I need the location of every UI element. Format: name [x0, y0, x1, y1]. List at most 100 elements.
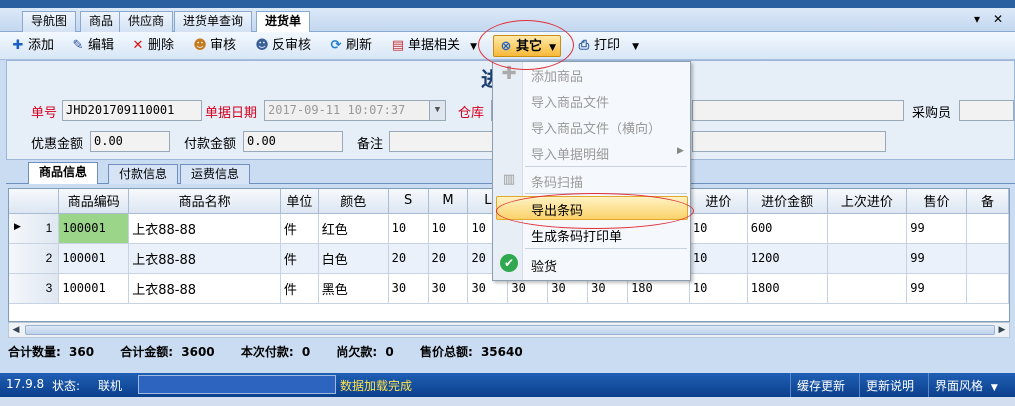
buyer-field[interactable] [959, 100, 1014, 121]
column-header[interactable]: 进价 [689, 189, 748, 214]
scroll-left-icon[interactable]: ◀ [9, 323, 23, 337]
cell-code[interactable]: 100001 [58, 243, 130, 274]
tab-navigation[interactable]: 导航图 [22, 11, 77, 32]
cell[interactable] [966, 243, 1009, 274]
user-x-icon: ☻ [255, 38, 269, 53]
cell-code[interactable]: 100001 [58, 273, 130, 304]
cell-last-price[interactable] [827, 243, 908, 274]
cell-last-price[interactable] [827, 273, 908, 304]
column-header[interactable]: 单位 [280, 189, 319, 214]
tab-list-dropdown-icon[interactable]: ▾ [974, 12, 980, 26]
cell-code[interactable]: 100001 [58, 213, 130, 244]
cell-color[interactable]: 白色 [318, 243, 389, 274]
row-number[interactable]: ▶ 1 [9, 213, 60, 244]
cell-size-m[interactable]: 10 [428, 213, 469, 244]
scroll-right-icon[interactable]: ▶ [995, 323, 1009, 337]
cache-update-button[interactable]: 缓存更新 [790, 373, 851, 397]
edit-button[interactable]: ✎ 编辑 [70, 35, 114, 57]
row-number[interactable]: 2 [9, 243, 60, 274]
column-header[interactable]: 颜色 [318, 189, 389, 214]
menu-item-export-barcode[interactable]: 导出条码 [531, 200, 583, 219]
chevron-down-icon: ▼ [470, 42, 478, 52]
scrollbar-thumb[interactable] [25, 325, 995, 335]
cell[interactable] [966, 213, 1009, 244]
delete-button[interactable]: ✕ 删除 [130, 35, 174, 57]
cell-size-m[interactable]: 30 [428, 273, 469, 304]
column-header[interactable]: M [428, 189, 469, 214]
tab-goods-info[interactable]: 商品信息 [28, 162, 99, 184]
menu-item-import-goods[interactable]: 导入商品文件 [531, 92, 609, 111]
cell-price[interactable]: 10 [689, 243, 748, 274]
cell-name[interactable]: 上衣88-88 [128, 243, 281, 274]
refresh-button[interactable]: ⟳ 刷新 [328, 35, 372, 57]
doc-related-button[interactable]: ▤ 单据相关 ▼ [390, 35, 477, 57]
horizontal-scrollbar[interactable]: ◀ ▶ [8, 322, 1010, 338]
column-header[interactable]: 上次进价 [827, 189, 908, 214]
cell-price[interactable]: 10 [689, 213, 748, 244]
add-button[interactable]: ✚ 添加 [10, 35, 54, 57]
remark-field[interactable] [389, 131, 499, 152]
cell-size-m[interactable]: 20 [428, 243, 469, 274]
cell-unit[interactable]: 件 [280, 273, 319, 304]
tab-close-icon[interactable]: ✕ [993, 12, 1003, 26]
column-header[interactable]: 进价金额 [747, 189, 828, 214]
tab-goods[interactable]: 商品 [80, 11, 123, 32]
discount-field[interactable]: 0.00 [90, 131, 170, 152]
cell-sale-price[interactable]: 99 [906, 273, 968, 304]
menu-item-import-goods-horizontal[interactable]: 导入商品文件（横向） [531, 118, 661, 137]
owed-value: 0 [385, 345, 394, 359]
tab-supplier[interactable]: 供应商 [119, 11, 174, 32]
doc-date-field[interactable]: 2017-09-11 10:07:37 ▼ [264, 100, 446, 121]
tab-freight-info[interactable]: 运费信息 [180, 164, 251, 184]
tab-purchase-order[interactable]: 进货单 [256, 11, 311, 33]
cell-size-s[interactable]: 10 [388, 213, 429, 244]
check-icon: ✔ [500, 254, 518, 272]
total-amount-label: 合计金额: [120, 345, 174, 359]
cell-color[interactable]: 红色 [318, 213, 389, 244]
unaudit-button[interactable]: ☻ 反审核 [254, 35, 311, 57]
cell-unit[interactable]: 件 [280, 243, 319, 274]
doc-no-field[interactable]: JHD201709110001 [62, 100, 202, 121]
row-number[interactable]: 3 [9, 273, 60, 304]
update-notes-button[interactable]: 更新说明 [859, 373, 920, 397]
menu-item-barcode-scan[interactable]: 条码扫描 [531, 172, 583, 191]
cell-name[interactable]: 上衣88-88 [128, 273, 281, 304]
remark-field-tail[interactable] [692, 131, 886, 152]
tab-payment-info[interactable]: 付款信息 [108, 164, 179, 184]
menu-item-add-goods[interactable]: 添加商品 [531, 66, 583, 85]
state-value: 联机 [98, 379, 123, 393]
menu-item-generate-barcode-print[interactable]: 生成条码打印单 [531, 226, 622, 245]
column-header[interactable]: 商品名称 [128, 189, 281, 214]
date-dropdown-icon[interactable]: ▼ [429, 101, 445, 120]
column-header[interactable]: 备 [966, 189, 1009, 214]
chevron-down-icon: ▼ [549, 43, 557, 53]
audit-button[interactable]: ☻ 审核 [192, 35, 236, 57]
cell-last-price[interactable] [827, 213, 908, 244]
cell-amount[interactable]: 1800 [747, 273, 828, 304]
cell-size-s[interactable]: 20 [388, 243, 429, 274]
cell[interactable] [966, 273, 1009, 304]
total-qty-label: 合计数量: [8, 345, 61, 359]
cell-price[interactable]: 10 [689, 273, 748, 304]
cell-size-s[interactable]: 30 [388, 273, 429, 304]
cell-amount[interactable]: 600 [747, 213, 828, 244]
cell-name[interactable]: 上衣88-88 [128, 213, 281, 244]
cell-sale-price[interactable]: 99 [906, 213, 968, 244]
ui-style-button[interactable]: 界面风格 ▼ [928, 373, 1004, 397]
menu-item-import-detail[interactable]: 导入单据明细 [531, 144, 609, 163]
column-header[interactable]: 售价 [906, 189, 968, 214]
menu-item-check-goods[interactable]: 验货 [531, 256, 557, 275]
cell-sale-price[interactable]: 99 [906, 243, 968, 274]
buyer-label: 采购员 [912, 106, 952, 121]
tab-purchase-query[interactable]: 进货单查询 [174, 11, 253, 32]
supplier-field[interactable] [692, 100, 904, 121]
menu-separator [525, 248, 687, 249]
column-header[interactable]: S [388, 189, 429, 214]
column-header[interactable]: 商品编码 [58, 189, 130, 214]
payment-field[interactable]: 0.00 [243, 131, 343, 152]
cell-unit[interactable]: 件 [280, 213, 319, 244]
cell-amount[interactable]: 1200 [747, 243, 828, 274]
print-button[interactable]: ⎙ 打印 ▼ [576, 35, 639, 57]
other-button[interactable]: ⊗ 其它 ▼ [493, 35, 562, 57]
cell-color[interactable]: 黑色 [318, 273, 389, 304]
